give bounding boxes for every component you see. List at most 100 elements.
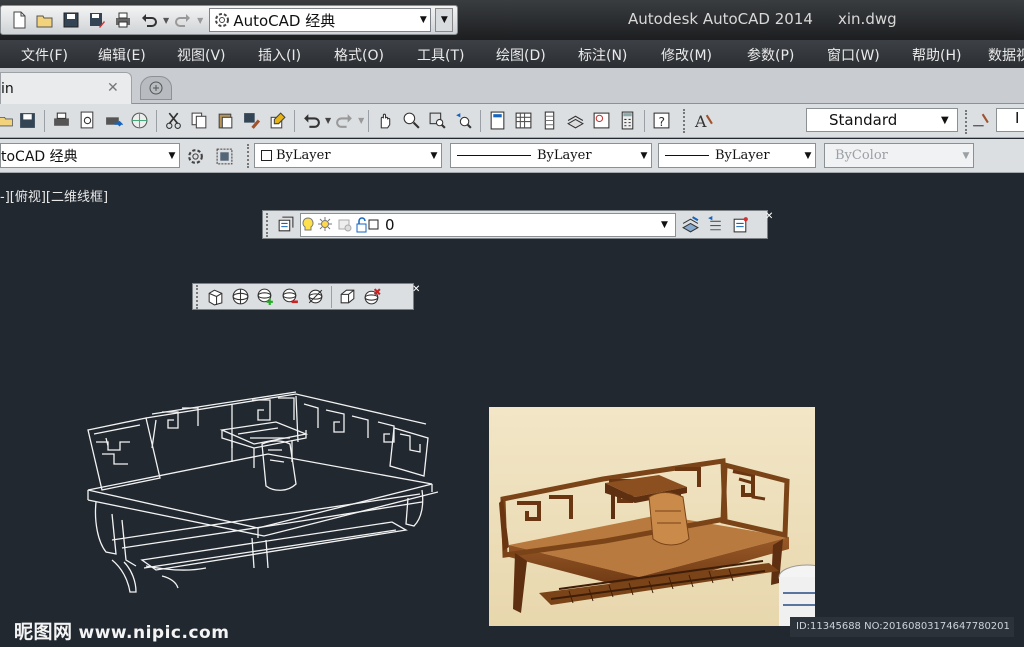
menu-insert[interactable]: 插入(I) [258,45,301,65]
toolbar-grip[interactable] [196,284,200,309]
separator [294,109,295,132]
qat-customize-button[interactable]: ▼ [435,8,454,32]
zoom-realtime-icon[interactable] [399,108,424,133]
3d-dwf-icon[interactable] [127,108,152,133]
zoom-previous-icon[interactable] [451,108,476,133]
new-icon[interactable] [7,8,31,32]
dim-style-icon[interactable] [968,108,993,133]
layer-state-icon[interactable] [728,212,753,237]
no-orbit-icon[interactable] [303,284,328,309]
save-icon[interactable] [59,8,83,32]
workspace-settings-icon[interactable] [183,144,208,169]
plot-preview-icon[interactable] [75,108,100,133]
separator [368,109,370,132]
menu-window[interactable]: 窗口(W) [827,45,880,65]
text-style-icon[interactable]: A [691,108,716,133]
workspace-combo[interactable]: toCAD 经典 ▼ [0,143,180,168]
color-select[interactable]: ByLayer ▼ [254,143,442,168]
new-tab-button[interactable] [140,76,172,100]
block-editor-icon[interactable] [265,108,290,133]
linetype-select[interactable]: ByLayer ▼ [450,143,652,168]
chevron-down-icon: ▼ [804,150,812,161]
view-cube-icon[interactable] [203,284,228,309]
redo-dropdown-icon[interactable]: ▼ [358,116,364,125]
color-swatch [261,150,272,161]
copy-icon[interactable] [187,108,212,133]
layer-name: 0 [385,215,395,234]
file-title: xin.dwg [838,10,897,28]
menu-file[interactable]: 文件(F) [21,45,68,65]
open-icon[interactable] [33,8,57,32]
chevron-down-icon: ▼ [962,150,970,161]
layer-properties-icon[interactable] [273,212,298,237]
delete-orbit-icon[interactable] [360,284,385,309]
quick-access-toolbar: ▼ ▼ AutoCAD 经典 ▼ ▼ [0,5,459,35]
text-style-select[interactable]: Standard ▼ [806,108,958,132]
menu-edit[interactable]: 编辑(E) [98,45,146,65]
menu-format[interactable]: 格式(O) [334,45,384,65]
redo-dropdown-icon[interactable]: ▼ [197,16,203,25]
close-icon[interactable]: ✕ [412,284,420,295]
lineweight-select[interactable]: ByLayer ▼ [658,143,816,168]
gear-icon [215,13,230,27]
close-icon[interactable]: ✕ [107,80,119,96]
save-as-icon[interactable] [85,8,109,32]
cut-icon[interactable] [161,108,186,133]
menu-draw[interactable]: 绘图(D) [496,45,546,65]
menu-tools[interactable]: 工具(T) [417,45,464,65]
toolbar-grip[interactable] [247,144,251,168]
orbit-icon[interactable] [228,284,253,309]
plotstyle-select: ByColor ▼ [824,143,974,168]
pan-icon[interactable] [373,108,398,133]
menu-modify[interactable]: 修改(M) [661,45,712,65]
properties-icon[interactable] [485,108,510,133]
save-icon[interactable] [15,108,40,133]
design-center-icon[interactable] [511,108,536,133]
print-icon[interactable] [111,8,135,32]
layer-previous-icon[interactable] [703,212,728,237]
plot-icon[interactable] [49,108,74,133]
undo-icon[interactable] [299,108,324,133]
remove-orbit-icon[interactable] [278,284,303,309]
toolbar-grip[interactable] [683,108,687,133]
clean-screen-icon[interactable] [212,144,237,169]
undo-dropdown-icon[interactable]: ▼ [325,116,331,125]
dim-style-select[interactable]: I [996,108,1024,132]
svg-text:?: ? [659,114,666,129]
chevron-down-icon: ▼ [941,114,949,126]
redo-icon[interactable] [171,8,195,32]
menu-parametric[interactable]: 参数(P) [747,45,794,65]
linetype-label: ByLayer [537,148,592,163]
menu-view[interactable]: 视图(V) [177,45,226,65]
match-properties-icon[interactable] [239,108,264,133]
make-current-icon[interactable] [678,212,703,237]
sheet-set-icon[interactable] [563,108,588,133]
box-view-icon[interactable] [335,284,360,309]
layer-select[interactable]: 0 ▼ [300,212,676,237]
paste-icon[interactable] [213,108,238,133]
separator [156,109,157,132]
markup-icon[interactable] [589,108,614,133]
menu-help[interactable]: 帮助(H) [912,45,961,65]
menu-data-view[interactable]: 数据视 [988,45,1024,65]
separator [44,109,45,132]
tool-palettes-icon[interactable] [537,108,562,133]
redo-icon[interactable] [332,108,357,133]
tab-drawing[interactable]: in ✕ [0,72,132,104]
help-icon[interactable]: ? [649,108,674,133]
workspace-select[interactable]: AutoCAD 经典 ▼ [209,8,432,32]
publish-icon[interactable] [101,108,126,133]
toolbar-grip[interactable] [266,212,270,237]
close-icon[interactable]: ✕ [765,211,773,222]
add-orbit-icon[interactable] [253,284,278,309]
calculator-icon[interactable] [615,108,640,133]
chevron-down-icon: ▼ [419,15,427,25]
undo-icon[interactable] [137,8,161,32]
open-icon[interactable] [0,108,14,133]
viewport-controls[interactable]: -][俯视][二维线框] [0,186,108,205]
chevron-down-icon: ▼ [640,150,648,161]
zoom-window-icon[interactable] [425,108,450,133]
separator [331,285,332,308]
menu-dimension[interactable]: 标注(N) [578,45,627,65]
undo-dropdown-icon[interactable]: ▼ [163,16,169,25]
